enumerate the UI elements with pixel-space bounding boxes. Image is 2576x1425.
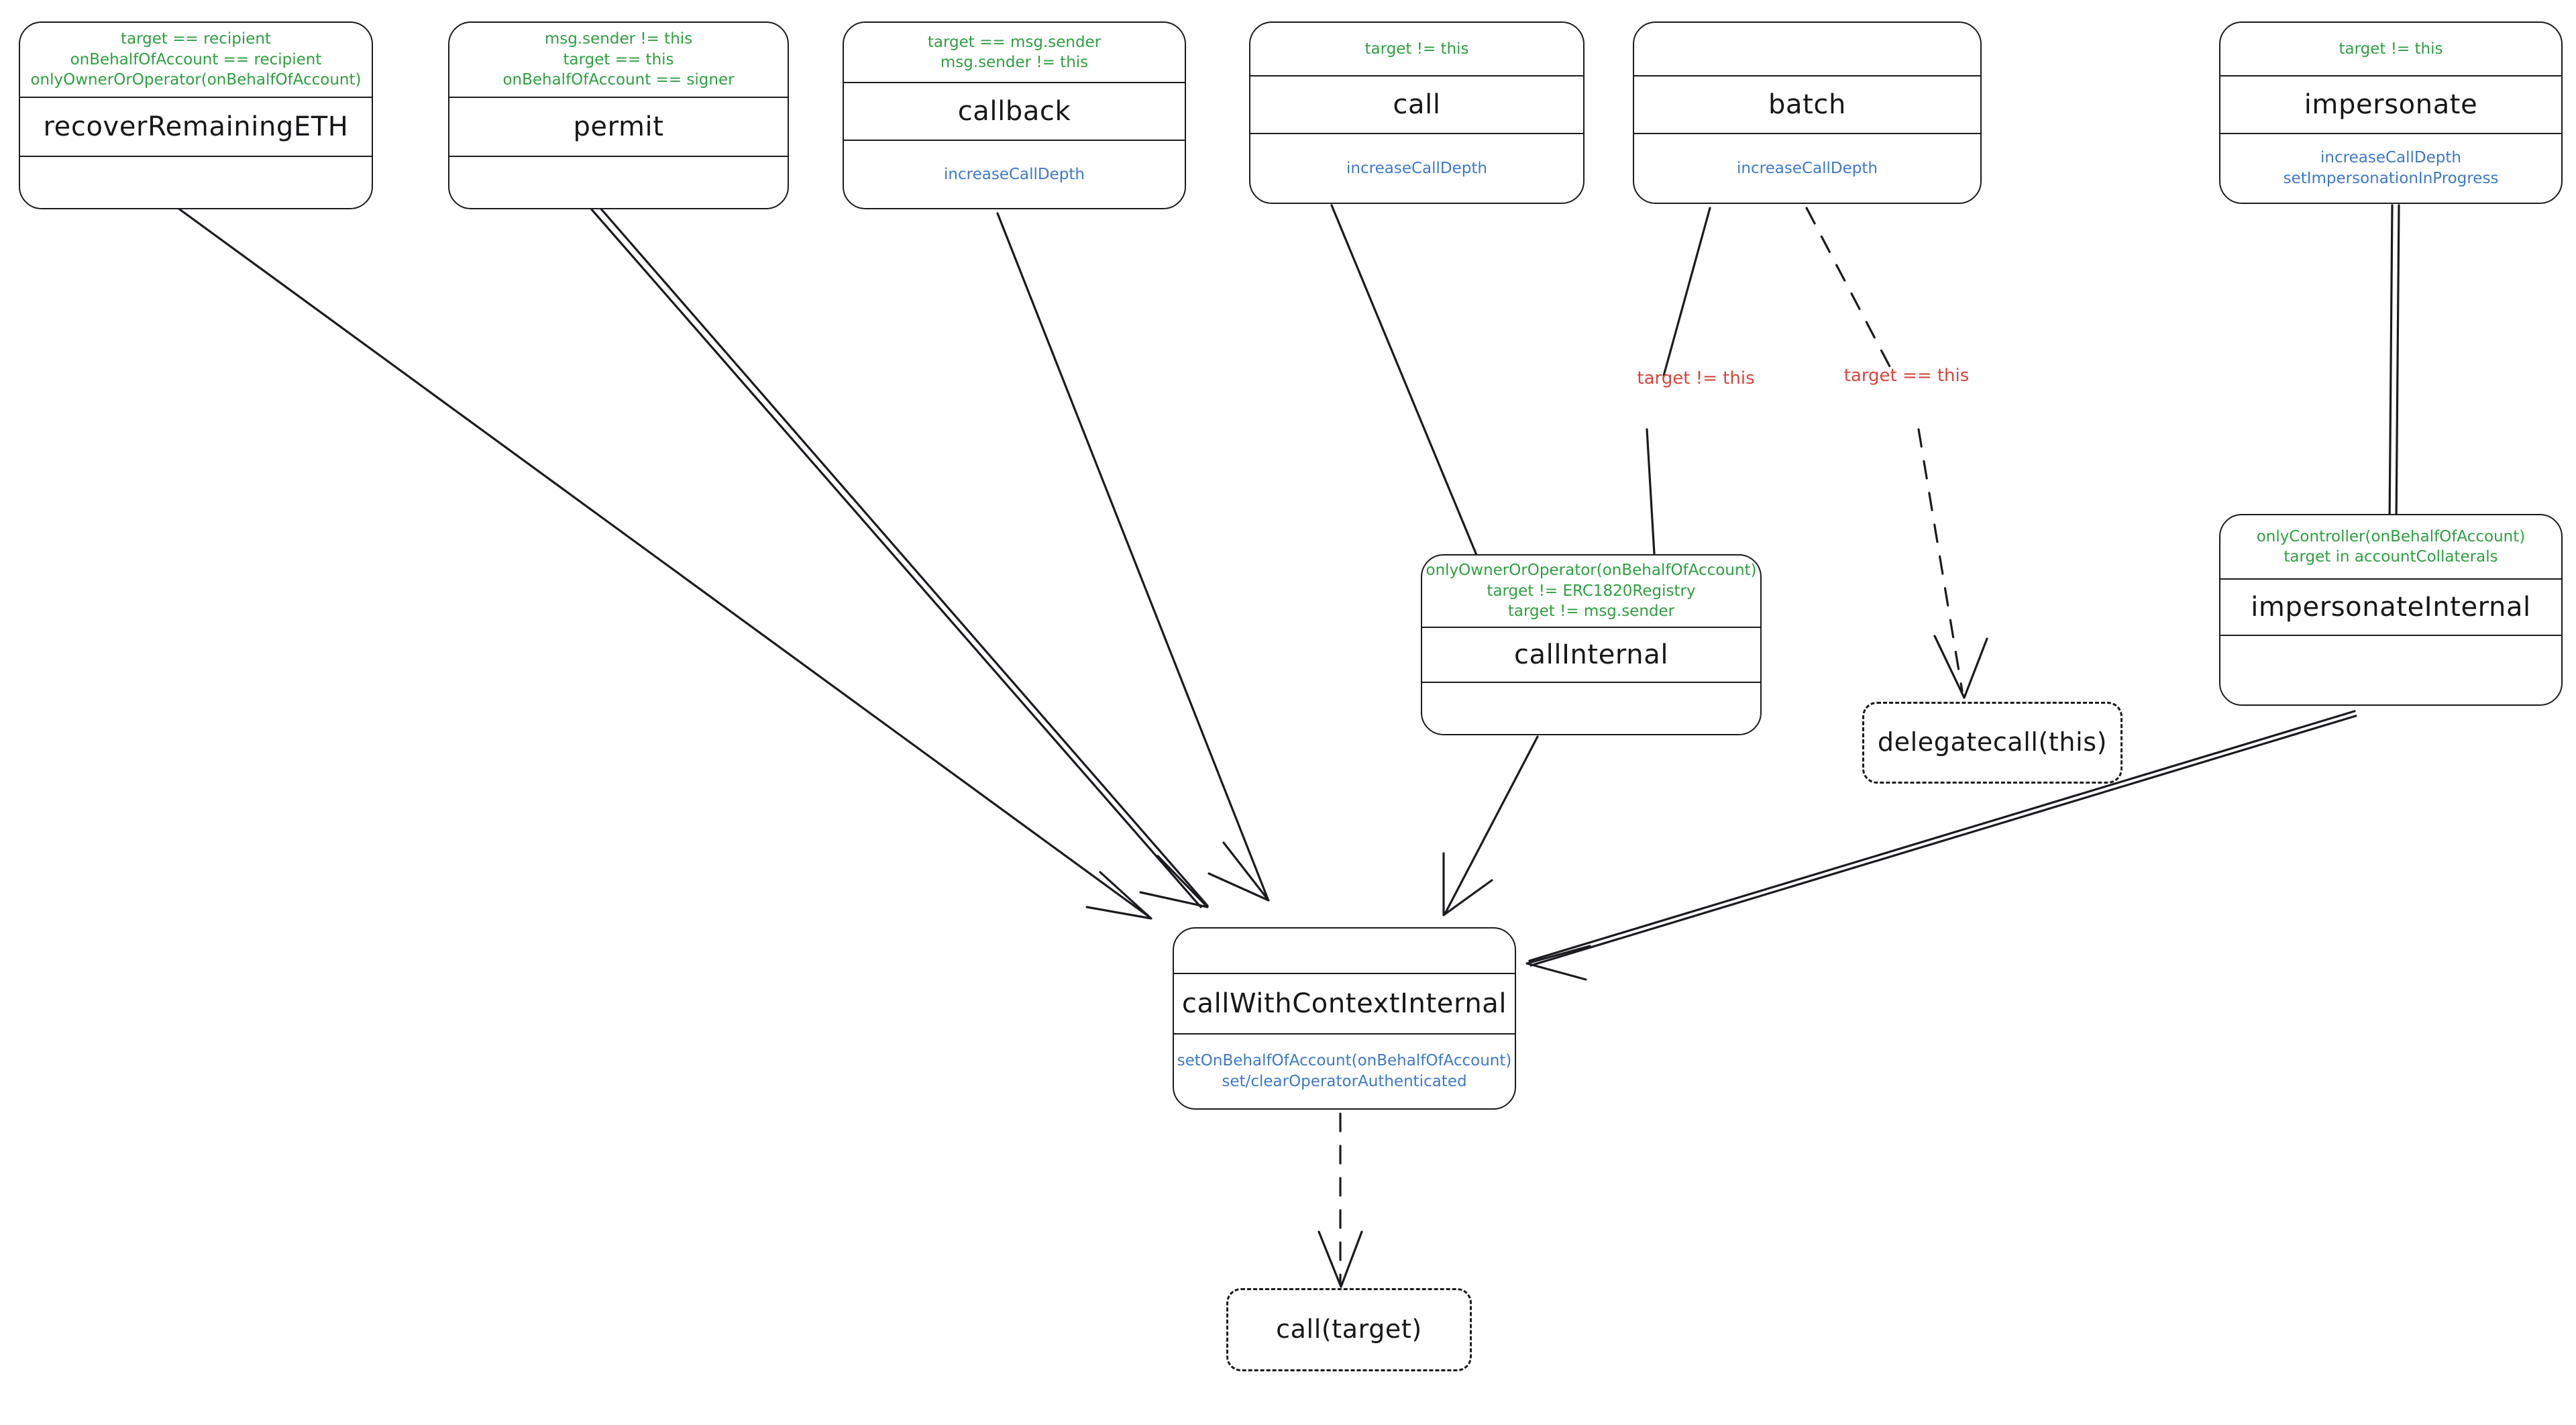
node-guards: target != this xyxy=(2220,23,2561,76)
node-effects xyxy=(1422,683,1760,734)
node-effects: increaseCallDepth xyxy=(1346,159,1487,177)
node-title: callWithContextInternal xyxy=(1174,974,1515,1035)
node-guards: onlyOwnerOrOperator(onBehalfOfAccount) t… xyxy=(1422,556,1760,628)
node-title: call(target) xyxy=(1276,1314,1422,1344)
node-recoverremainingeth[interactable]: target == recipient onBehalfOfAccount ==… xyxy=(19,21,373,209)
edge-label-target-not-this: target != this xyxy=(1637,368,1755,388)
edge-recoverremainingeth-to-callwithcontextinternal xyxy=(176,207,1152,920)
edge-label-target-equals-this: target == this xyxy=(1843,366,1970,386)
node-effects: setOnBehalfOfAccount(onBehalfOfAccount) … xyxy=(1177,1052,1512,1090)
node-title: callInternal xyxy=(1422,628,1760,683)
node-callinternal[interactable]: onlyOwnerOrOperator(onBehalfOfAccount) t… xyxy=(1421,554,1762,735)
node-effects xyxy=(2220,636,2561,704)
node-guards: target == msg.sender msg.sender != this xyxy=(844,23,1185,83)
node-title: batch xyxy=(1634,76,1980,134)
edge-batch-to-delegatecall xyxy=(1805,207,1988,699)
node-guards: msg.sender != this target == this onBeha… xyxy=(449,23,788,98)
node-batch[interactable]: batch increaseCallDepth xyxy=(1633,21,1982,204)
node-guards xyxy=(1174,929,1515,974)
node-permit[interactable]: msg.sender != this target == this onBeha… xyxy=(448,21,789,209)
node-impersonateinternal[interactable]: onlyController(onBehalfOfAccount) target… xyxy=(2219,514,2563,706)
node-effects xyxy=(20,157,372,208)
edge-callinternal-to-callwithcontextinternal xyxy=(1442,735,1539,916)
node-guards xyxy=(1634,23,1980,76)
edges-layer xyxy=(176,204,2422,1288)
node-effects: increaseCallDepth setImpersonationInProg… xyxy=(2283,149,2499,187)
node-call[interactable]: target != this call increaseCallDepth xyxy=(1249,21,1585,204)
node-effects xyxy=(449,157,788,208)
node-callwithcontextinternal[interactable]: callWithContextInternal setOnBehalfOfAcc… xyxy=(1173,927,1516,1110)
node-effects: increaseCallDepth xyxy=(944,165,1085,183)
node-callback[interactable]: target == msg.sender msg.sender != this … xyxy=(843,21,1186,209)
node-impersonate[interactable]: target != this impersonate increaseCallD… xyxy=(2219,21,2563,204)
node-call-target[interactable]: call(target) xyxy=(1226,1288,1472,1371)
node-effects: increaseCallDepth xyxy=(1737,159,1878,177)
edge-permit-to-callwithcontextinternal xyxy=(589,205,1209,908)
node-delegatecall-this[interactable]: delegatecall(this) xyxy=(1862,702,2123,784)
node-title: callback xyxy=(844,83,1185,141)
edge-callwithcontextinternal-to-calltarget xyxy=(1318,1112,1363,1288)
node-title: delegatecall(this) xyxy=(1877,727,2108,757)
node-guards: onlyController(onBehalfOfAccount) target… xyxy=(2220,515,2561,580)
node-guards: target == recipient onBehalfOfAccount ==… xyxy=(20,23,372,98)
node-title: recoverRemainingETH xyxy=(20,98,372,157)
diagram-canvas: target != this target == this target == … xyxy=(0,0,2576,1425)
edge-callback-to-callwithcontextinternal xyxy=(996,212,1270,902)
node-guards: target != this xyxy=(1250,23,1583,76)
node-title: call xyxy=(1250,76,1583,134)
node-title: impersonateInternal xyxy=(2220,580,2561,636)
node-title: impersonate xyxy=(2220,76,2561,134)
node-title: permit xyxy=(449,98,788,157)
